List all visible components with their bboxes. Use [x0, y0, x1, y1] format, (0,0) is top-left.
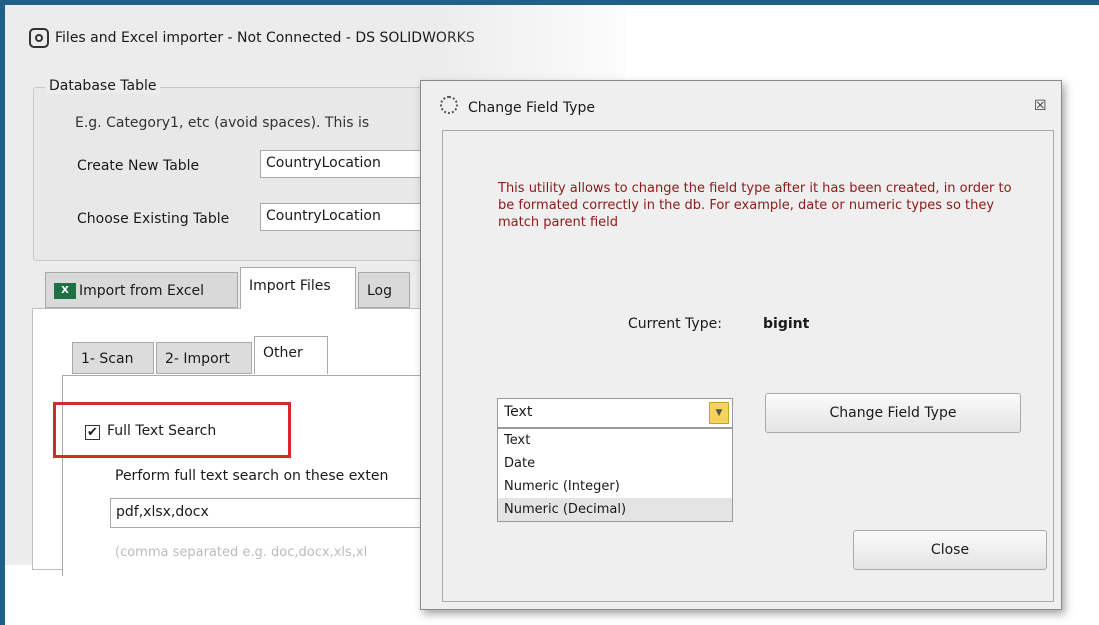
- app-icon: [29, 28, 49, 48]
- subtab-label: 1- Scan: [81, 351, 134, 367]
- database-table-legend: Database Table: [45, 78, 161, 94]
- extensions-note: (comma separated e.g. doc,docx,xls,xl: [115, 545, 368, 560]
- option-numeric-decimal[interactable]: Numeric (Decimal): [498, 498, 732, 521]
- excel-icon: X: [54, 283, 76, 299]
- choose-table-select[interactable]: CountryLocation: [260, 203, 430, 231]
- full-text-search-label: Full Text Search: [107, 423, 217, 439]
- field-type-combo[interactable]: Text ▼: [497, 398, 733, 428]
- create-table-input[interactable]: CountryLocation: [260, 150, 430, 178]
- close-button[interactable]: Close: [853, 530, 1047, 570]
- perform-search-label: Perform full text search on these exten: [115, 468, 389, 484]
- tab-label: Import Files: [249, 278, 331, 294]
- subtab-label: 2- Import: [165, 351, 230, 367]
- tab-import-files[interactable]: Import Files: [240, 267, 356, 309]
- table-name-hint: E.g. Category1, etc (avoid spaces). This…: [75, 115, 370, 131]
- option-date[interactable]: Date: [498, 452, 732, 475]
- current-type-label: Current Type:: [628, 316, 722, 332]
- dialog-description: This utility allows to change the field …: [498, 181, 1012, 230]
- choose-table-label: Choose Existing Table: [77, 211, 230, 227]
- full-text-search-checkbox[interactable]: ✔: [85, 425, 100, 440]
- close-icon[interactable]: ☒: [1034, 98, 1047, 114]
- tab-label: Log: [367, 283, 393, 299]
- subtab-other[interactable]: Other: [254, 336, 328, 374]
- combo-value: Text: [504, 404, 533, 420]
- tab-label: Import from Excel: [79, 283, 205, 299]
- tab-log[interactable]: Log: [358, 272, 410, 308]
- main-title: Files and Excel importer - Not Connected…: [55, 30, 475, 46]
- subtab-import[interactable]: 2- Import: [156, 342, 252, 374]
- extensions-input[interactable]: pdf,xlsx,docx: [110, 498, 430, 528]
- subtab-scan[interactable]: 1- Scan: [72, 342, 154, 374]
- field-type-dropdown: Text Date Numeric (Integer) Numeric (Dec…: [497, 428, 733, 522]
- gear-icon: [440, 96, 458, 114]
- create-table-label: Create New Table: [77, 158, 200, 174]
- tab-import-from-excel[interactable]: X Import from Excel: [45, 272, 238, 308]
- option-numeric-integer[interactable]: Numeric (Integer): [498, 475, 732, 498]
- change-field-type-button[interactable]: Change Field Type: [765, 393, 1021, 433]
- subtab-label: Other: [263, 345, 303, 361]
- dialog-title: Change Field Type: [468, 100, 595, 116]
- current-type-value: bigint: [763, 316, 810, 332]
- option-text[interactable]: Text: [498, 429, 732, 452]
- chevron-down-icon[interactable]: ▼: [709, 402, 729, 424]
